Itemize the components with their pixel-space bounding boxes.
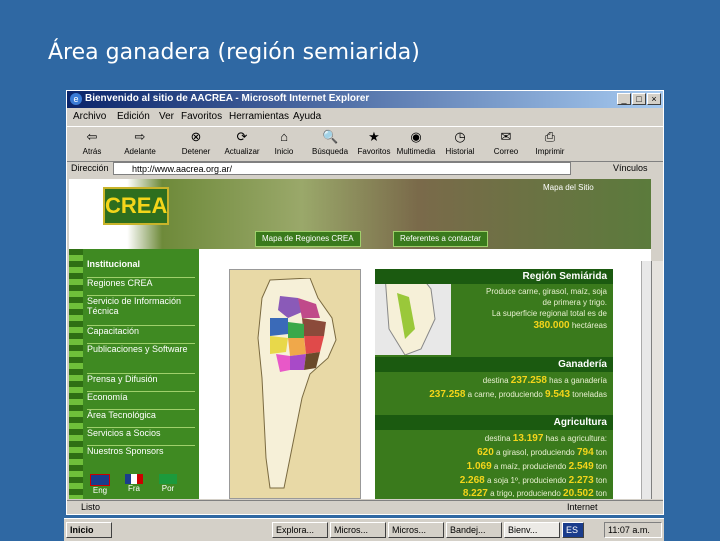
crea-logo[interactable]: CREA [103, 187, 169, 225]
agr-row: 620 a girasol, produciendo 794 ton [477, 447, 607, 458]
status-text: Listo [81, 502, 101, 512]
region-title: Región Semiárida [375, 269, 613, 284]
stop-button[interactable]: ⊗ Detener [173, 129, 219, 159]
flag-por[interactable]: Por [155, 474, 181, 493]
web-page: CREA Mapa del Sitio Mapa de Regiones CRE… [69, 179, 651, 499]
title-bar[interactable]: e Bienvenido al sitio de AACREA - Micros… [67, 91, 663, 108]
agricultura-title: Agricultura [375, 415, 613, 430]
address-label: Dirección [71, 163, 109, 173]
history-icon: ◷ [454, 129, 466, 144]
task-inbox[interactable]: Bandej... [446, 522, 502, 538]
links-label[interactable]: Vínculos [613, 163, 648, 173]
ganaderia-title: Ganadería [375, 357, 613, 372]
ie-icon: e [70, 93, 82, 105]
region-line-3: La superficie regional total es de [491, 309, 607, 318]
task-word-2[interactable]: Micros... [388, 522, 444, 538]
menu-ver[interactable]: Ver [159, 111, 174, 122]
flag-fra[interactable]: Fra [121, 474, 147, 493]
menu-ayuda[interactable]: Ayuda [293, 111, 321, 122]
nav-servicios-socios[interactable]: Servicios a Socios [87, 427, 195, 438]
menu-edicion[interactable]: Edición [117, 111, 150, 122]
maximize-button[interactable]: □ [632, 93, 646, 105]
task-browser[interactable]: Bienv... [504, 522, 560, 538]
taskbar: Inicio Explora... Micros... Micros... Ba… [64, 518, 664, 541]
status-bar: Listo Internet [67, 500, 663, 514]
clock: 11:07 a.m. [604, 522, 662, 538]
back-arrow-icon: ⇦ [86, 129, 98, 144]
refresh-button[interactable]: ⟳ Actualizar [219, 129, 265, 159]
back-button[interactable]: ⇦ Atrás [69, 129, 115, 159]
address-input[interactable]: http://www.aacrea.org.ar/ [113, 162, 571, 175]
menu-herramientas[interactable]: Herramientas [229, 111, 289, 122]
nav-sponsors[interactable]: Nuestros Sponsors [87, 445, 195, 456]
regions-map-graphic [257, 278, 337, 489]
menu-favoritos[interactable]: Favoritos [181, 111, 222, 122]
nav-servicio[interactable]: Servicio de Información Técnica [87, 295, 195, 316]
site-map-link[interactable]: Mapa del Sitio [543, 183, 594, 192]
print-button[interactable]: ⎙ Imprimir [527, 129, 573, 159]
media-button[interactable]: ◉ Multimedia [393, 129, 439, 159]
mail-button[interactable]: ✉ Correo [483, 129, 529, 159]
region-info-panel: Región Semiárida Produce carne, girasol,… [375, 268, 613, 499]
forward-arrow-icon: ⇨ [134, 129, 146, 144]
nav-capacitacion[interactable]: Capacitación [87, 325, 195, 336]
home-icon: ⌂ [280, 129, 288, 144]
refresh-icon: ⟳ [236, 129, 248, 144]
address-bar: Dirección http://www.aacrea.org.ar/ Vínc… [67, 161, 663, 177]
window-scrollbar[interactable] [651, 261, 663, 499]
home-button[interactable]: ⌂ Inicio [261, 129, 307, 159]
agr-row: 1.069 a maíz, produciendo 2.549 ton [466, 461, 607, 472]
window-title: Bienvenido al sitio de AACREA - Microsof… [85, 93, 370, 104]
stop-icon: ⊗ [190, 129, 202, 144]
search-button[interactable]: 🔍 Búsqueda [307, 129, 353, 159]
menu-archivo[interactable]: Archivo [73, 111, 106, 122]
ganaderia-line-2: 237.258 a carne, produciendo 9.543 tonel… [429, 389, 607, 400]
nav-area-tecnologica[interactable]: Área Tecnológica [87, 409, 195, 420]
favorites-button[interactable]: ★ Favoritos [351, 129, 397, 159]
zone-text: Internet [567, 502, 598, 512]
region-line-2: de primera y trigo. [542, 298, 607, 307]
print-icon: ⎙ [544, 129, 556, 144]
toolbar: ⇦ Atrás ⇨ Adelante ⊗ Detener ⟳ Actualizar ⌂ I… [67, 126, 663, 162]
start-button[interactable]: Inicio [66, 522, 112, 538]
browser-window: e Bienvenido al sitio de AACREA - Micros… [66, 90, 664, 515]
contacts-tab[interactable]: Referentes a contactar [393, 231, 488, 247]
slide-title: Área ganadera (región semiarida) [48, 40, 420, 65]
menu-bar: Archivo Edición Ver Favoritos Herramient… [67, 109, 663, 125]
agr-row: 8.227 a trigo, produciendo 20.502 ton [462, 488, 607, 499]
history-button[interactable]: ◷ Historial [437, 129, 483, 159]
agricultura-line: destina 13.197 has a agricultura: [484, 433, 607, 444]
nav-prensa[interactable]: Prensa y Difusión [87, 373, 195, 384]
regions-map-tab[interactable]: Mapa de Regiones CREA [255, 231, 361, 247]
task-word-1[interactable]: Micros... [330, 522, 386, 538]
forward-button[interactable]: ⇨ Adelante [117, 129, 163, 159]
mail-icon: ✉ [500, 129, 512, 144]
media-icon: ◉ [410, 129, 422, 144]
region-area: 380.000 hectáreas [533, 320, 607, 331]
agr-row: 2.268 a soja 1º, produciendo 2.273 ton [459, 475, 607, 486]
page-inner-scrollbar[interactable] [641, 261, 651, 499]
task-explorer[interactable]: Explora... [272, 522, 328, 538]
region-line-1: Produce carne, girasol, maíz, soja [486, 287, 607, 296]
search-icon: 🔍 [322, 129, 339, 144]
favorites-icon: ★ [368, 129, 380, 144]
close-button[interactable]: × [647, 93, 661, 105]
ganaderia-line-1: destina 237.258 has a ganadería [482, 375, 607, 386]
nav-economia[interactable]: Economía [87, 391, 195, 402]
language-flags: Eng Fra Por [87, 474, 197, 498]
sidebar-dots [69, 249, 83, 499]
nav-regiones[interactable]: Regiones CREA [87, 277, 195, 288]
argentina-map[interactable] [229, 269, 361, 499]
minimize-button[interactable]: _ [617, 93, 631, 105]
language-indicator[interactable]: ES [562, 522, 584, 538]
nav-publicaciones[interactable]: Publicaciones y Software [87, 343, 195, 354]
flag-eng[interactable]: Eng [87, 474, 113, 495]
nav-institucional[interactable]: Institucional [87, 259, 195, 269]
